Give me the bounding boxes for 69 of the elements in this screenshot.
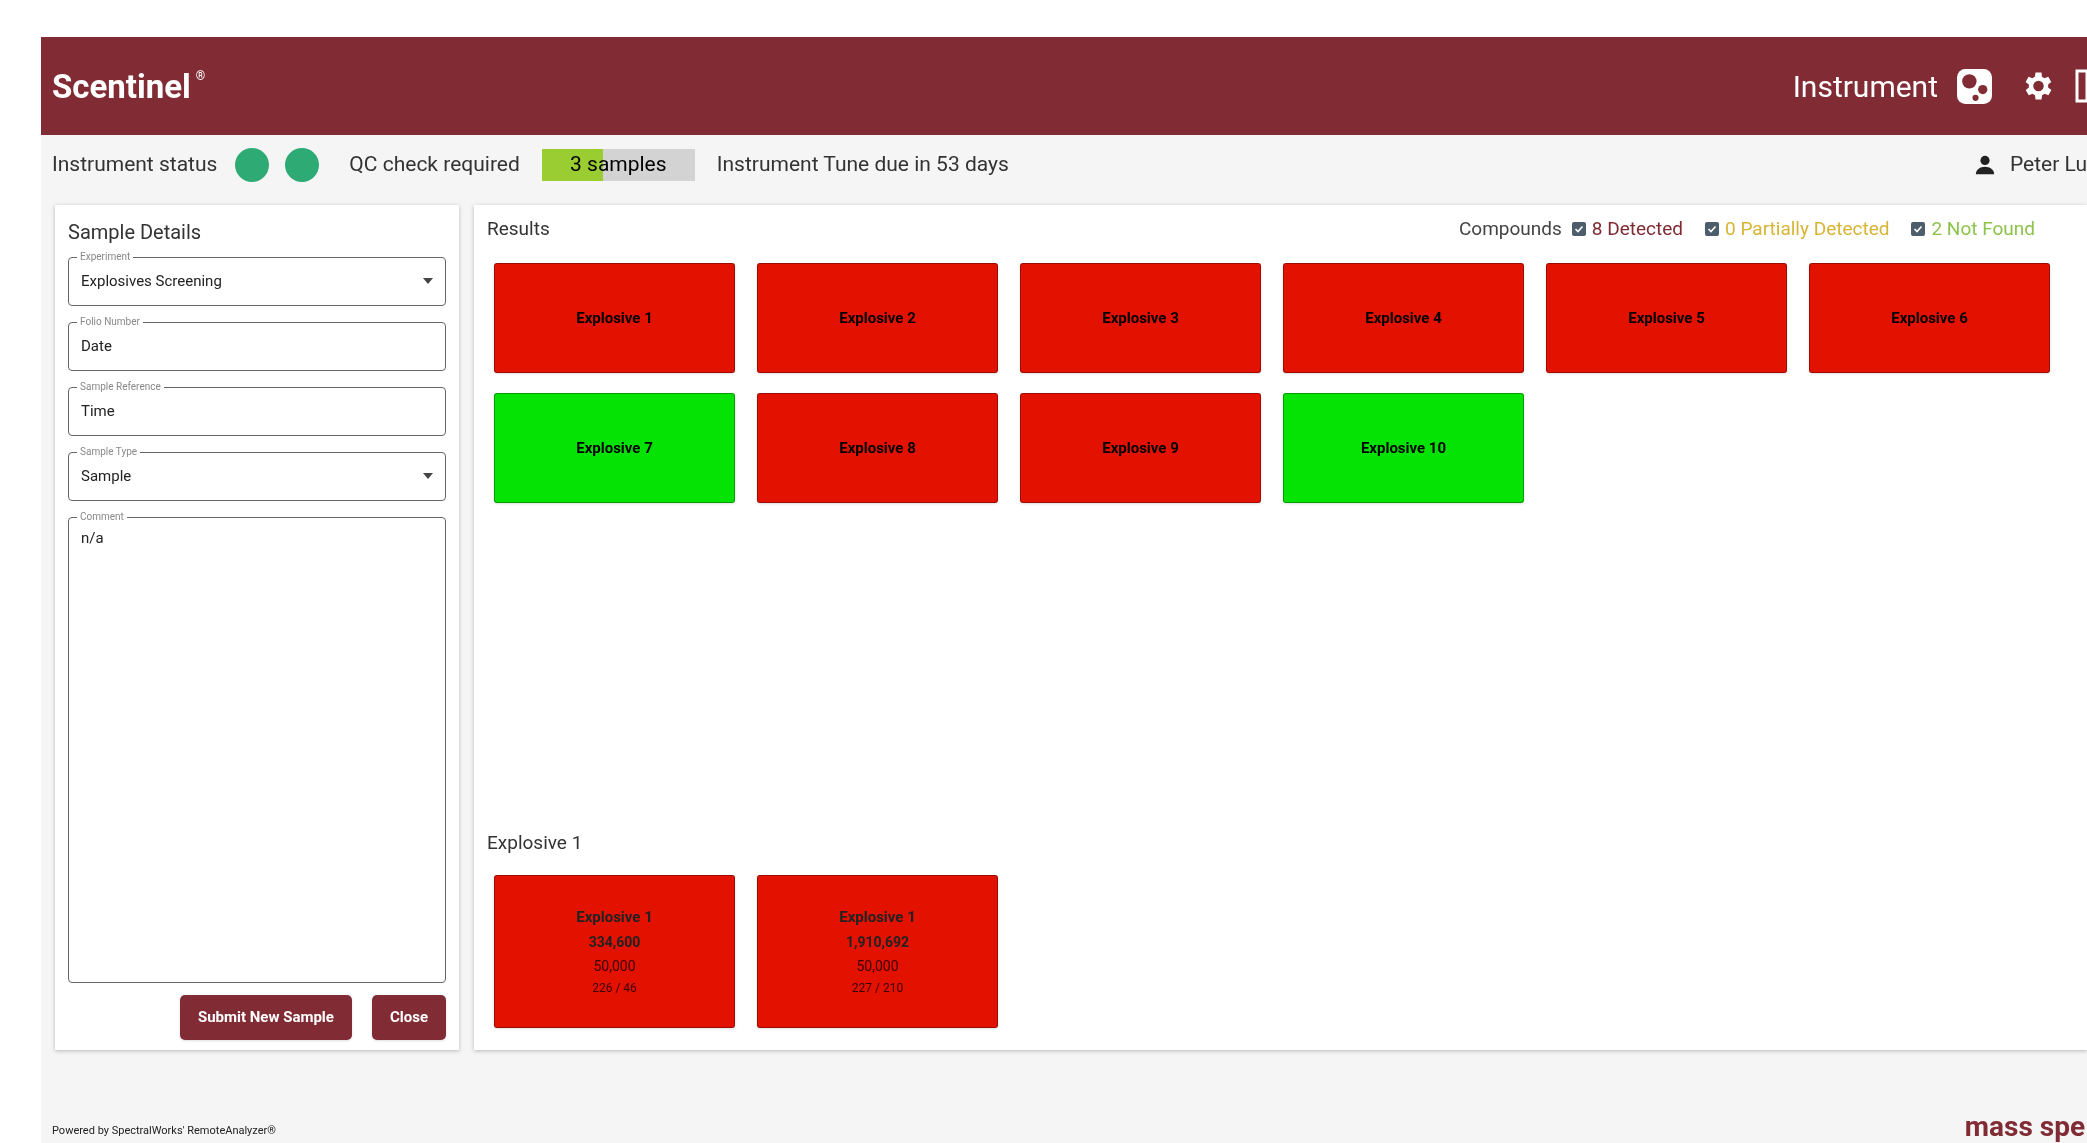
field-label: Sample Reference bbox=[79, 381, 162, 393]
caret-icon bbox=[423, 473, 433, 479]
compound-tile[interactable]: Explosive 9 bbox=[1020, 393, 1261, 503]
tile-label: Explosive 7 bbox=[576, 437, 653, 459]
checkbox[interactable] bbox=[1705, 222, 1720, 236]
compound-tile[interactable]: Explosive 10 bbox=[1283, 393, 1524, 503]
close-button[interactable]: Close bbox=[371, 995, 446, 1040]
input-field[interactable]: Folio Number Date bbox=[68, 316, 446, 371]
caret-icon bbox=[423, 278, 433, 284]
compound-tile[interactable]: Explosive 8 bbox=[757, 393, 998, 503]
check-icon bbox=[1913, 224, 1924, 234]
field-label: Experiment bbox=[79, 251, 132, 263]
footer-text: Powered by SpectralWorks' RemoteAnalyzer® bbox=[52, 1122, 276, 1139]
registered-mark: ® bbox=[195, 69, 206, 82]
panel-icon[interactable] bbox=[2075, 69, 2087, 103]
field-label: Folio Number bbox=[79, 316, 141, 328]
check-icon bbox=[1573, 224, 1584, 234]
input-field[interactable]: Sample Reference Time bbox=[68, 381, 446, 436]
tile-value: 334,600 bbox=[588, 933, 641, 953]
tile-label: Explosive 8 bbox=[839, 437, 916, 459]
result-tile[interactable]: Explosive 1 1,910,692 50,000 227 / 210 bbox=[757, 875, 998, 1028]
detail-title: Explosive 1 bbox=[487, 829, 584, 856]
compound-tile[interactable]: Explosive 7 bbox=[494, 393, 735, 503]
dropdown-field[interactable]: Experiment Explosives Screening bbox=[68, 251, 446, 306]
tile-value: 1,910,692 bbox=[845, 933, 910, 953]
tile-label: Explosive 1 bbox=[839, 906, 916, 928]
tile-label: Explosive 3 bbox=[1102, 307, 1179, 329]
tile-label: Explosive 10 bbox=[1360, 437, 1447, 459]
tune-text: Instrument Tune due in 53 days bbox=[716, 151, 1009, 179]
tile-label: Explosive 2 bbox=[839, 307, 916, 329]
legend-text: 2 Not Found bbox=[1931, 215, 2035, 242]
instrument-label: Instrument bbox=[1792, 67, 1938, 106]
dropdown-field[interactable]: Sample Type Sample bbox=[68, 446, 446, 501]
tile-ratio: 227 / 210 bbox=[851, 980, 904, 998]
qc-label: QC check required bbox=[349, 151, 520, 179]
submit-button[interactable]: Submit New Sample bbox=[179, 995, 352, 1040]
tile-label: Explosive 1 bbox=[576, 906, 653, 928]
legend-label: Compounds bbox=[1459, 215, 1562, 242]
tile-label: Explosive 4 bbox=[1365, 307, 1442, 329]
checkbox[interactable] bbox=[1571, 222, 1586, 236]
legend-text: 0 Partially Detected bbox=[1725, 215, 1890, 242]
status-label: Instrument status bbox=[52, 151, 218, 179]
checkbox[interactable] bbox=[1911, 222, 1926, 236]
field-label: Sample Type bbox=[79, 446, 139, 458]
panel-title: Results bbox=[487, 215, 550, 242]
tile-threshold: 50,000 bbox=[593, 957, 636, 977]
panel-title: Sample Details bbox=[68, 219, 203, 246]
compound-tile[interactable]: Explosive 1 bbox=[494, 263, 735, 373]
check-icon bbox=[1707, 224, 1718, 234]
compound-tile[interactable]: Explosive 5 bbox=[1546, 263, 1787, 373]
tile-label: Explosive 9 bbox=[1102, 437, 1179, 459]
user-name[interactable]: Peter Lu bbox=[2009, 149, 2087, 181]
tile-label: Explosive 5 bbox=[1628, 307, 1705, 329]
comment-field[interactable]: Comment n/a bbox=[68, 511, 446, 983]
compound-tile[interactable]: Explosive 3 bbox=[1020, 263, 1261, 373]
app-title: Scentinel bbox=[52, 69, 191, 103]
user-icon bbox=[1973, 154, 1996, 176]
result-tile[interactable]: Explosive 1 334,600 50,000 226 / 46 bbox=[494, 875, 735, 1028]
tile-label: Explosive 1 bbox=[576, 307, 653, 329]
company-logo: mass spe bbox=[1964, 1113, 2086, 1141]
instrument-icon[interactable] bbox=[1956, 67, 1993, 105]
field-label: Comment bbox=[79, 511, 125, 523]
compound-tile[interactable]: Explosive 2 bbox=[757, 263, 998, 373]
compound-tile[interactable]: Explosive 4 bbox=[1283, 263, 1524, 373]
compound-tile[interactable]: Explosive 6 bbox=[1809, 263, 2050, 373]
tile-label: Explosive 6 bbox=[1891, 307, 1968, 329]
tile-ratio: 226 / 46 bbox=[592, 980, 637, 998]
legend-text: 8 Detected bbox=[1591, 215, 1684, 242]
tile-threshold: 50,000 bbox=[856, 957, 899, 977]
